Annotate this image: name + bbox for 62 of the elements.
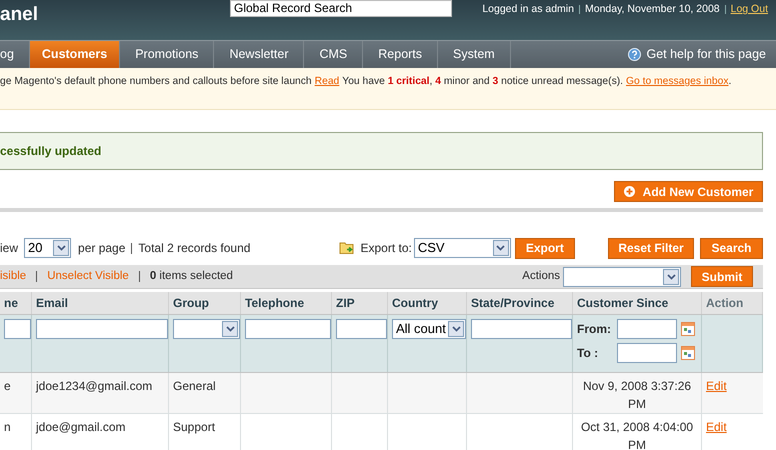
- actions-label: Actions: [522, 268, 560, 284]
- table-cell: Support: [173, 420, 216, 434]
- login-status: Logged in as admin: [482, 2, 574, 17]
- actions-select[interactable]: [563, 266, 681, 286]
- table-cell: e: [4, 379, 11, 393]
- per-page-select[interactable]: 20: [24, 238, 72, 258]
- export-format-select[interactable]: CSV: [414, 238, 511, 258]
- column-header[interactable]: Customer Since: [573, 292, 702, 314]
- table-cell: General: [173, 379, 216, 393]
- plus-icon: [624, 186, 635, 197]
- global-search-field[interactable]: Global Record Search: [230, 0, 452, 17]
- notice-period: .: [728, 75, 732, 89]
- export-button[interactable]: Export: [514, 238, 575, 258]
- reset-filter-button[interactable]: Reset Filter: [608, 238, 694, 258]
- view-label: iew: [0, 240, 18, 257]
- add-customer-button[interactable]: Add New Customer: [614, 181, 763, 202]
- date-field[interactable]: [617, 343, 677, 363]
- notice-text: ge Magento's default phone numbers and callouts before site launch: [0, 75, 312, 89]
- table-cell: n: [4, 420, 11, 434]
- records-count: Total 2 records found: [138, 240, 250, 257]
- filter-select[interactable]: [173, 319, 240, 339]
- column-header[interactable]: Email: [32, 292, 169, 314]
- calendar-icon[interactable]: [681, 322, 695, 336]
- nav-tab[interactable]: Customers: [30, 41, 120, 68]
- help-icon: [628, 48, 642, 61]
- date-field[interactable]: [617, 319, 677, 339]
- table-cell: jdoe1234@gmail.com: [36, 379, 152, 393]
- submit-button[interactable]: Submit: [691, 266, 753, 287]
- per-page-label: per page: [78, 240, 126, 257]
- edit-link[interactable]: Edit: [706, 379, 727, 393]
- search-button[interactable]: Search: [700, 238, 763, 258]
- message-summary: You have 1 critical, 4 minor and 3 notice unread message(s).: [342, 75, 624, 89]
- filter-field[interactable]: [471, 319, 572, 339]
- column-header[interactable]: Group: [169, 292, 241, 314]
- date-label: To :: [577, 345, 600, 362]
- table-cell: Oct 31, 2008 4:04:00 PM: [580, 420, 694, 450]
- column-header[interactable]: Action: [702, 292, 763, 314]
- edit-link[interactable]: Edit: [706, 420, 727, 434]
- column-header[interactable]: Country: [388, 292, 467, 314]
- filter-field[interactable]: [36, 319, 168, 339]
- table-cell: Nov 9, 2008 3:37:26 PM: [582, 379, 692, 411]
- logo-text: anel: [0, 5, 38, 24]
- export-label: Export to:: [360, 240, 412, 257]
- table-cell: jdoe@gmail.com: [36, 420, 126, 434]
- export-folder-icon: [339, 241, 356, 255]
- column-header[interactable]: ZIP: [332, 292, 388, 314]
- filter-field[interactable]: [245, 319, 331, 339]
- logout-link[interactable]: Log Out: [730, 2, 768, 18]
- selected-count: 0 items selected: [150, 268, 233, 284]
- column-header[interactable]: Telephone: [241, 292, 332, 314]
- current-date: Monday, November 10, 2008: [584, 2, 720, 17]
- filter-field[interactable]: [336, 319, 387, 339]
- column-header[interactable]: ne: [0, 292, 32, 314]
- inbox-link[interactable]: Go to messages inbox: [626, 74, 728, 109]
- filter-field[interactable]: [4, 319, 31, 339]
- read-link[interactable]: Read: [314, 74, 340, 109]
- help-link[interactable]: Get help for this page: [646, 45, 766, 64]
- filter-select[interactable]: All count: [392, 319, 466, 339]
- calendar-icon[interactable]: [681, 346, 695, 360]
- success-message: cessfully updated: [0, 132, 763, 170]
- column-header[interactable]: State/Province: [467, 292, 573, 314]
- date-label: From:: [577, 321, 612, 338]
